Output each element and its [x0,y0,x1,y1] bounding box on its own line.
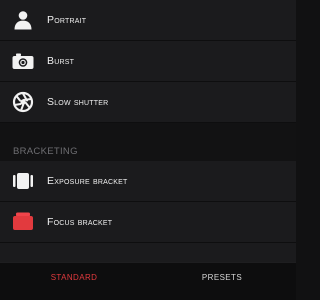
portrait-icon [14,11,32,30]
bottom-tab-bar: STANDARD PRESETS [0,262,296,300]
exposure-bracket-icon [13,173,33,189]
mode-item-slow-shutter[interactable]: Slow shutter [0,82,296,123]
section-header-bracketing: BRACKETING [13,146,78,157]
partial-mode-icon [11,252,35,262]
mode-item-label: Portrait [47,14,87,26]
mode-item-portrait[interactable]: Portrait [0,0,296,41]
mode-item-label: Slow shutter [47,96,109,108]
camera-mode-list: Portrait Burst Slow shutter BRACKETING E… [0,0,296,262]
mode-item-partial[interactable] [0,243,296,262]
focus-bracket-icon [13,212,33,230]
mode-item-exposure-bracket[interactable]: Exposure bracket [0,161,296,202]
tab-presets[interactable]: PRESETS [186,263,258,300]
burst-camera-icon [12,53,34,69]
tab-standard[interactable]: STANDARD [38,263,110,300]
mode-item-label: Exposure bracket [47,175,128,187]
mode-item-focus-bracket[interactable]: Focus bracket [0,202,296,243]
aperture-icon [12,91,34,113]
mode-item-label: Burst [47,55,75,67]
mode-item-burst[interactable]: Burst [0,41,296,82]
mode-item-label: Focus bracket [47,216,113,228]
